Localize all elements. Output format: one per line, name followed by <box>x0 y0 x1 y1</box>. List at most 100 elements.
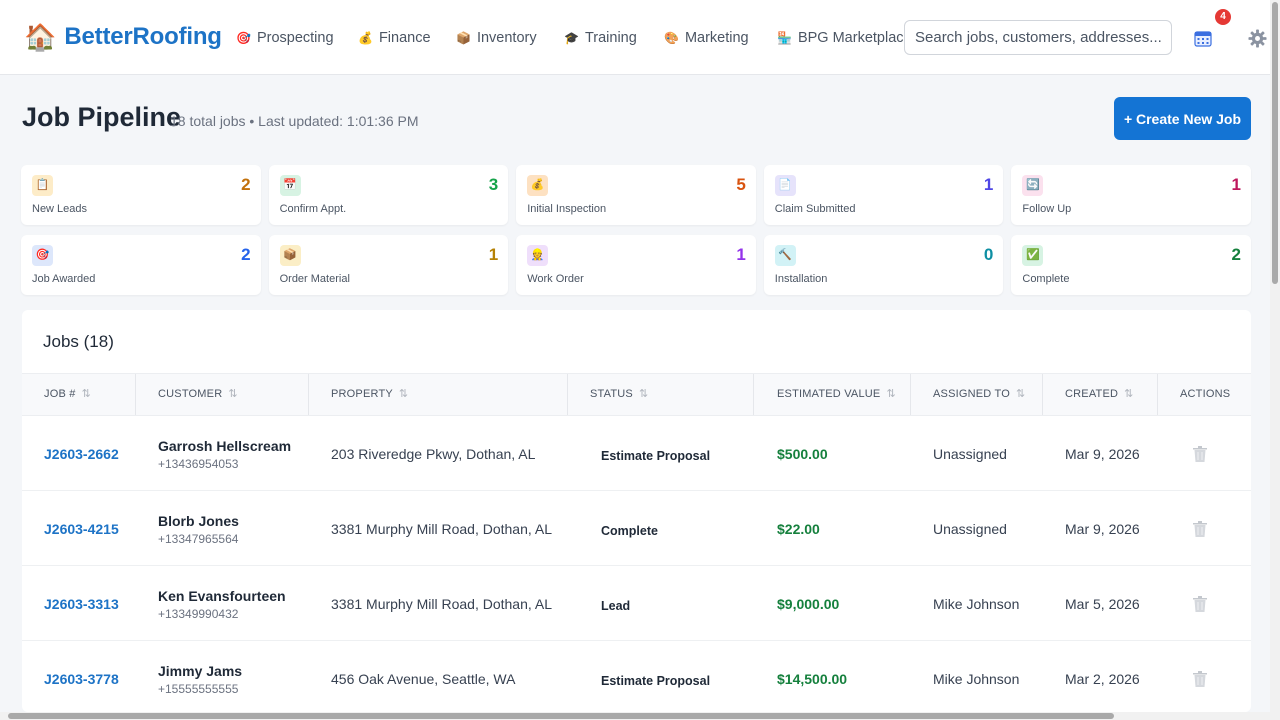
stage-card-job-awarded[interactable]: 🎯 2 Job Awarded <box>21 235 261 295</box>
clipboard-icon: 📋 <box>32 175 53 196</box>
customer-name: Garrosh Hellscream <box>158 438 292 454</box>
col-customer[interactable]: CUSTOMER ⇅ <box>158 374 238 415</box>
money-bag-icon: 💰 <box>527 175 549 196</box>
estimated-value: $9,000.00 <box>777 596 840 612</box>
sort-icon[interactable]: ⇅ <box>1124 388 1133 400</box>
job-number-link[interactable]: J2603-3778 <box>44 671 119 687</box>
col-property[interactable]: PROPERTY ⇅ <box>331 374 408 415</box>
job-number-link[interactable]: J2603-2662 <box>44 446 119 462</box>
calendar-icon: 📅 <box>279 175 301 196</box>
estimated-value: $500.00 <box>777 446 828 462</box>
trash-icon[interactable] <box>1193 671 1207 687</box>
sort-icon[interactable]: ⇅ <box>82 388 91 400</box>
nav-label: Marketing <box>684 30 749 46</box>
table-row[interactable]: J2603-2662 Garrosh Hellscream +134369540… <box>22 416 1251 491</box>
jobs-table-header: JOB # ⇅ CUSTOMER ⇅ PROPERTY ⇅ STATUS ⇅ ESTIM… <box>22 373 1251 416</box>
nav-label: Inventory <box>476 30 537 46</box>
jobs-panel: Jobs (18) JOB # ⇅ CUSTOMER ⇅ PROPERTY ⇅ STA… <box>22 310 1251 712</box>
sort-icon[interactable]: ⇅ <box>639 388 648 400</box>
sort-icon[interactable]: ⇅ <box>228 388 237 400</box>
package-icon: 📦 <box>279 245 301 266</box>
stage-card-new-leads[interactable]: 📋 2 New Leads <box>21 165 261 225</box>
target-icon: 🎯 <box>236 31 251 45</box>
gear-icon[interactable] <box>1248 29 1267 48</box>
brand-logo[interactable]: 🏠 BetterRoofing <box>24 22 222 52</box>
assigned-to: Unassigned <box>933 446 1007 462</box>
target-icon: 🎯 <box>32 245 53 266</box>
sort-icon[interactable]: ⇅ <box>886 388 895 400</box>
nav-label: Training <box>584 30 637 46</box>
property-address: 203 Riveredge Pkwy, Dothan, AL <box>331 446 536 462</box>
money-bag-icon: 💰 <box>358 31 373 45</box>
job-number-link[interactable]: J2603-4215 <box>44 521 119 537</box>
table-row[interactable]: J2603-3313 Ken Evansfourteen +1334999043… <box>22 566 1251 641</box>
col-created[interactable]: CREATED ⇅ <box>1065 374 1134 415</box>
palette-icon: 🎨 <box>664 31 679 45</box>
stage-card-initial-inspection[interactable]: 💰 5 Initial Inspection <box>516 165 756 225</box>
top-navbar: 🏠 BetterRoofing 🎯 Prospecting 💰 Finance … <box>0 0 1270 75</box>
stage-card-installation[interactable]: 🔨 0 Installation <box>763 235 1004 295</box>
stage-label: Work Order <box>527 273 584 285</box>
graduation-cap-icon: 🎓 <box>564 31 579 45</box>
stage-label: Claim Submitted <box>774 203 856 215</box>
estimated-value: $22.00 <box>777 521 820 537</box>
stage-card-work-order[interactable]: 👷 1 Work Order <box>516 235 756 295</box>
create-new-job-button[interactable]: + Create New Job <box>1114 97 1251 140</box>
stage-count: 1 <box>983 175 994 194</box>
stage-count: 0 <box>983 245 994 264</box>
property-address: 3381 Murphy Mill Road, Dothan, AL <box>331 596 553 612</box>
stage-count: 1 <box>488 245 499 264</box>
stage-card-complete[interactable]: ✅ 2 Complete <box>1011 235 1251 295</box>
table-row[interactable]: J2603-4215 Blorb Jones +13347965564 3381… <box>22 491 1251 566</box>
sort-icon[interactable]: ⇅ <box>1016 388 1025 400</box>
brand-name: BetterRoofing <box>64 23 222 50</box>
col-estimated-value[interactable]: ESTIMATED VALUE ⇅ <box>777 374 896 415</box>
stage-card-confirm-appt[interactable]: 📅 3 Confirm Appt. <box>268 165 509 225</box>
nav-bpg-marketplace[interactable]: 🏪 BPG Marketplace <box>777 30 912 46</box>
job-number-link[interactable]: J2603-3313 <box>44 596 119 612</box>
nav-inventory[interactable]: 📦 Inventory <box>456 30 537 46</box>
stage-count: 2 <box>241 175 251 194</box>
sort-icon[interactable]: ⇅ <box>399 388 408 400</box>
table-row[interactable]: J2603-3778 Jimmy Jams +15555555555 456 O… <box>22 641 1251 712</box>
calendar-icon[interactable] <box>1194 29 1212 47</box>
stage-count: 3 <box>488 175 499 194</box>
nav-label: Prospecting <box>256 30 334 46</box>
estimated-value: $14,500.00 <box>777 671 848 687</box>
jobs-title: Jobs (18) <box>43 332 114 351</box>
nav-training[interactable]: 🎓 Training <box>564 30 637 46</box>
col-status[interactable]: STATUS ⇅ <box>590 374 648 415</box>
customer-name: Ken Evansfourteen <box>158 588 286 604</box>
stage-label: Follow Up <box>1022 203 1072 215</box>
check-icon: ✅ <box>1022 245 1044 266</box>
col-actions: ACTIONS <box>1180 388 1231 400</box>
stage-card-claim-submitted[interactable]: 📄 1 Claim Submitted <box>763 165 1004 225</box>
trash-icon[interactable] <box>1193 446 1207 462</box>
horizontal-scrollbar-thumb[interactable] <box>8 713 1114 719</box>
customer-phone: +13347965564 <box>158 532 239 546</box>
stage-label: Installation <box>774 273 828 285</box>
stage-label: Confirm Appt. <box>279 203 347 215</box>
trash-icon[interactable] <box>1193 596 1207 612</box>
worker-icon: 👷 <box>527 245 549 266</box>
pipeline-stages: 📋 2 New Leads 📅 3 Confirm Appt. 💰 5 Init… <box>21 165 1251 295</box>
nav-finance[interactable]: 💰 Finance <box>358 30 431 46</box>
status-badge: Complete <box>601 524 658 538</box>
trash-icon[interactable] <box>1193 521 1207 537</box>
vertical-scrollbar-thumb[interactable] <box>1272 2 1278 284</box>
nav-label: BPG Marketplace <box>797 30 912 46</box>
assigned-to: Mike Johnson <box>933 671 1020 687</box>
col-job-number[interactable]: JOB # ⇅ <box>44 374 91 415</box>
nav-marketing[interactable]: 🎨 Marketing <box>664 30 749 46</box>
nav-prospecting[interactable]: 🎯 Prospecting <box>236 30 334 46</box>
stage-count: 1 <box>1231 175 1241 194</box>
stage-label: Job Awarded <box>32 273 96 285</box>
package-icon: 📦 <box>456 31 471 45</box>
status-badge: Estimate Proposal <box>601 674 711 688</box>
stage-label: Complete <box>1022 273 1070 285</box>
search-input[interactable] <box>904 20 1172 55</box>
stage-card-order-material[interactable]: 📦 1 Order Material <box>268 235 509 295</box>
col-assigned-to[interactable]: ASSIGNED TO ⇅ <box>933 374 1025 415</box>
stage-card-follow-up[interactable]: 🔄 1 Follow Up <box>1011 165 1251 225</box>
store-icon: 🏪 <box>777 31 792 45</box>
